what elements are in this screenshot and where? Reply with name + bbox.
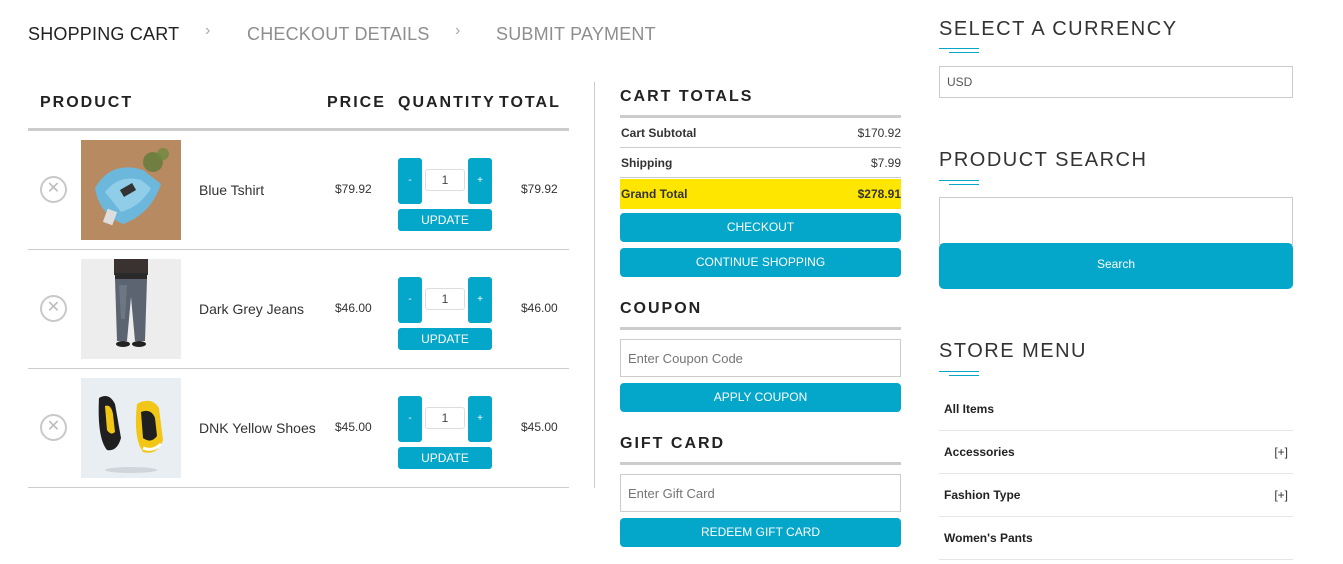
- continue-shopping-button[interactable]: CONTINUE SHOPPING: [620, 248, 901, 277]
- title-underline: [939, 371, 979, 377]
- table-row: ✕ DNK Yellow Shoes $45.00 - + UPDATE $45…: [28, 369, 569, 488]
- product-name[interactable]: DNK Yellow Shoes: [199, 420, 316, 436]
- chevron-right-icon: ›: [455, 22, 461, 39]
- quantity-input[interactable]: [425, 169, 465, 191]
- menu-item-label: Women's Pants: [944, 531, 1033, 545]
- menu-item-accessories[interactable]: Accessories [+]: [939, 431, 1293, 474]
- product-price: $79.92: [335, 182, 372, 196]
- grand-total-value: $278.91: [857, 187, 901, 201]
- subtotal-label: Cart Subtotal: [621, 126, 697, 140]
- expand-icon[interactable]: [+]: [1274, 488, 1288, 502]
- decrease-quantity-button[interactable]: -: [398, 277, 422, 323]
- menu-item-label: Fashion Type: [944, 488, 1021, 502]
- dark-grey-jeans-image: [81, 259, 181, 359]
- column-header-total: TOTAL: [499, 94, 561, 111]
- yellow-shoes-image: [81, 378, 181, 478]
- decrease-quantity-button[interactable]: -: [398, 158, 422, 204]
- expand-icon[interactable]: [+]: [1274, 445, 1288, 459]
- increase-quantity-button[interactable]: +: [468, 277, 492, 323]
- checkout-button[interactable]: CHECKOUT: [620, 213, 901, 242]
- apply-coupon-button[interactable]: APPLY COUPON: [620, 383, 901, 412]
- quantity-input[interactable]: [425, 288, 465, 310]
- shipping-row: Shipping $7.99: [620, 148, 901, 178]
- grand-total-label: Grand Total: [621, 187, 688, 201]
- menu-item-label: Accessories: [944, 445, 1015, 459]
- product-search-title: PRODUCT SEARCH: [939, 149, 1148, 171]
- column-header-price: PRICE: [327, 94, 386, 111]
- column-header-quantity: QUANTITY: [398, 94, 496, 111]
- update-button[interactable]: UPDATE: [398, 447, 492, 469]
- breadcrumb-submit-payment[interactable]: SUBMIT PAYMENT: [496, 24, 656, 45]
- remove-item-icon[interactable]: ✕: [40, 414, 67, 441]
- subtotal-row: Cart Subtotal $170.92: [620, 118, 901, 148]
- quantity-input[interactable]: [425, 407, 465, 429]
- section-divider: [620, 327, 901, 330]
- menu-item-womens-pants[interactable]: Women's Pants: [939, 517, 1293, 560]
- search-button[interactable]: Search: [939, 243, 1293, 289]
- redeem-gift-card-button[interactable]: REDEEM GIFT CARD: [620, 518, 901, 547]
- product-total: $45.00: [521, 420, 558, 434]
- remove-item-icon[interactable]: ✕: [40, 176, 67, 203]
- gift-card-title: GIFT CARD: [620, 435, 726, 452]
- subtotal-value: $170.92: [857, 126, 901, 140]
- table-row: ✕ Dark Grey Jeans $46.00 - + UPDATE $46.…: [28, 250, 569, 369]
- grand-total-row: Grand Total $278.91: [620, 179, 901, 209]
- table-row: ✕ Blue Tshirt $79.92 - + UPDATE $79.92: [28, 131, 569, 250]
- shipping-label: Shipping: [621, 156, 673, 170]
- column-header-product: PRODUCT: [40, 94, 134, 111]
- decrease-quantity-button[interactable]: -: [398, 396, 422, 442]
- increase-quantity-button[interactable]: +: [468, 158, 492, 204]
- product-total: $79.92: [521, 182, 558, 196]
- search-input[interactable]: [939, 197, 1293, 245]
- currency-title: SELECT A CURRENCY: [939, 18, 1178, 40]
- update-button[interactable]: UPDATE: [398, 328, 492, 350]
- currency-select[interactable]: USD: [939, 66, 1293, 98]
- increase-quantity-button[interactable]: +: [468, 396, 492, 442]
- title-underline: [939, 180, 979, 186]
- column-divider: [594, 82, 595, 488]
- section-divider: [620, 462, 901, 465]
- chevron-right-icon: ›: [205, 22, 211, 39]
- blue-tshirt-image: [81, 140, 181, 240]
- cart-totals-title: CART TOTALS: [620, 88, 754, 105]
- remove-item-icon[interactable]: ✕: [40, 295, 67, 322]
- product-name[interactable]: Dark Grey Jeans: [199, 301, 304, 317]
- product-total: $46.00: [521, 301, 558, 315]
- product-name[interactable]: Blue Tshirt: [199, 182, 264, 198]
- coupon-code-input[interactable]: [620, 339, 901, 377]
- product-price: $45.00: [335, 420, 372, 434]
- store-menu-title: STORE MENU: [939, 340, 1087, 362]
- coupon-title: COUPON: [620, 300, 703, 317]
- update-button[interactable]: UPDATE: [398, 209, 492, 231]
- gift-card-input[interactable]: [620, 474, 901, 512]
- menu-item-fashion-type[interactable]: Fashion Type [+]: [939, 474, 1293, 517]
- breadcrumb-checkout-details[interactable]: CHECKOUT DETAILS: [247, 24, 430, 45]
- title-underline: [939, 48, 979, 54]
- breadcrumb-shopping-cart[interactable]: SHOPPING CART: [28, 24, 179, 45]
- product-price: $46.00: [335, 301, 372, 315]
- menu-item-label: All Items: [944, 402, 995, 416]
- shipping-value: $7.99: [870, 156, 901, 170]
- menu-item-all-items[interactable]: All Items: [939, 388, 1293, 431]
- row-divider: [28, 487, 569, 488]
